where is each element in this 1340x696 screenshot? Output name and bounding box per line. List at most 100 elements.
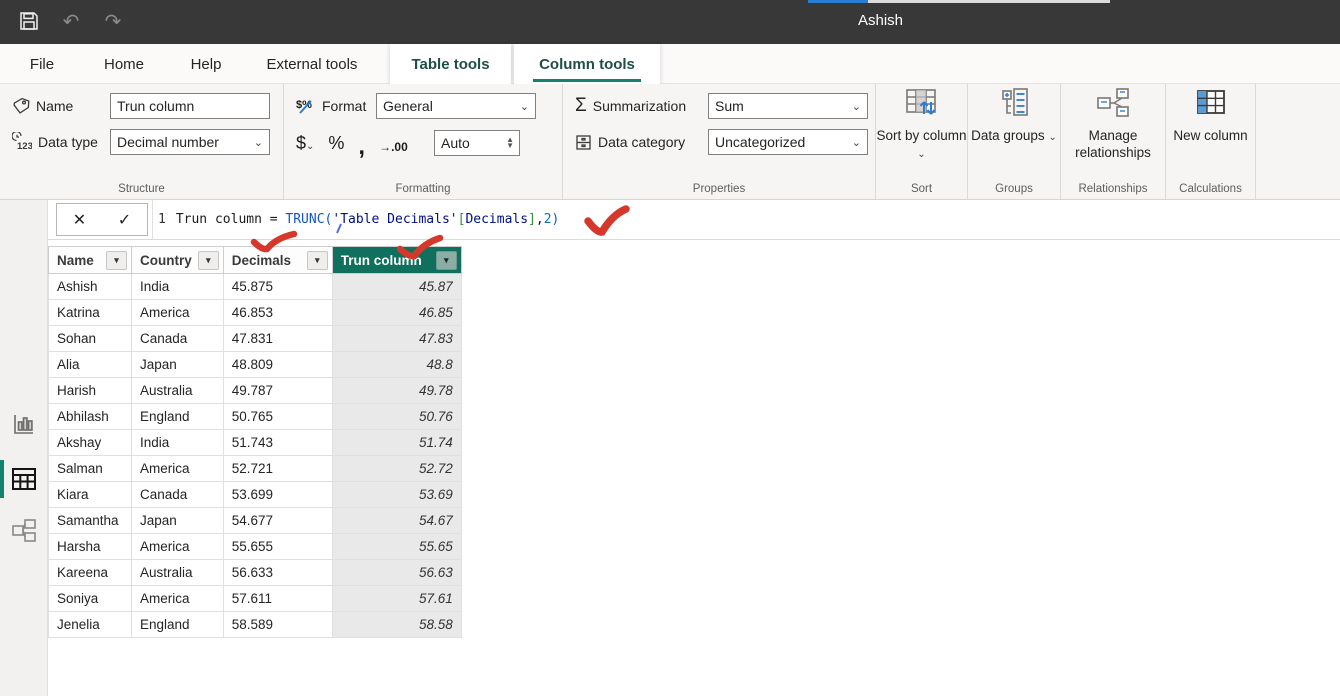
percent-format-button[interactable]: %: [328, 133, 344, 154]
table-cell[interactable]: 50.76: [332, 404, 461, 430]
table-cell[interactable]: 48.809: [223, 352, 332, 378]
table-cell[interactable]: Salman: [49, 456, 132, 482]
table-row: KatrinaAmerica46.85346.85: [49, 300, 462, 326]
table-cell[interactable]: 54.67: [332, 508, 461, 534]
column-filter-dropdown-icon[interactable]: ▾: [198, 251, 219, 270]
table-cell[interactable]: 48.8: [332, 352, 461, 378]
table-cell[interactable]: 47.831: [223, 326, 332, 352]
table-cell[interactable]: Soniya: [49, 586, 132, 612]
tab-home[interactable]: Home: [92, 44, 156, 84]
table-cell[interactable]: 56.633: [223, 560, 332, 586]
table-cell[interactable]: England: [132, 612, 224, 638]
currency-format-button[interactable]: $⌄: [296, 133, 314, 154]
model-view-button[interactable]: [11, 518, 37, 544]
table-cell[interactable]: Canada: [132, 326, 224, 352]
column-filter-dropdown-icon[interactable]: ▾: [307, 251, 328, 270]
formula-input[interactable]: 1 Trun column = TRUNC('Table Decimals'[D…: [158, 200, 559, 239]
tab-help[interactable]: Help: [178, 44, 234, 84]
column-filter-dropdown-icon[interactable]: ▾: [436, 251, 457, 270]
table-cell[interactable]: India: [132, 430, 224, 456]
table-cell[interactable]: Japan: [132, 508, 224, 534]
table-cell[interactable]: Abhilash: [49, 404, 132, 430]
table-cell[interactable]: Harish: [49, 378, 132, 404]
spinner-arrows-icon[interactable]: ▲▼: [506, 137, 514, 149]
table-cell[interactable]: 49.78: [332, 378, 461, 404]
table-cell[interactable]: 56.63: [332, 560, 461, 586]
table-cell[interactable]: Alia: [49, 352, 132, 378]
summarization-dropdown[interactable]: Sum⌄: [708, 93, 868, 119]
report-view-button[interactable]: [11, 411, 37, 437]
column-header-label: Country: [140, 253, 192, 268]
table-cell[interactable]: 55.655: [223, 534, 332, 560]
manage-relationships-button[interactable]: Manage relationships Relationships: [1061, 84, 1166, 199]
table-cell[interactable]: America: [132, 456, 224, 482]
table-cell[interactable]: Sohan: [49, 326, 132, 352]
new-column-button[interactable]: New column Calculations: [1166, 84, 1256, 199]
column-filter-dropdown-icon[interactable]: ▾: [106, 251, 127, 270]
undo-icon[interactable]: ↶: [58, 8, 84, 34]
column-header-country[interactable]: Country ▾: [132, 247, 224, 274]
table-cell[interactable]: 51.743: [223, 430, 332, 456]
data-view-button[interactable]: [11, 466, 37, 492]
decimal-places-spinner[interactable]: Auto ▲▼: [434, 130, 520, 156]
column-header-trun-column[interactable]: Trun column▾: [332, 247, 461, 274]
table-cell[interactable]: America: [132, 534, 224, 560]
commit-formula-button[interactable]: ✓: [102, 204, 147, 235]
table-cell[interactable]: Harsha: [49, 534, 132, 560]
data-type-dropdown[interactable]: Decimal number⌄: [110, 129, 270, 155]
table-cell[interactable]: 54.677: [223, 508, 332, 534]
redo-icon[interactable]: ↷: [100, 8, 126, 34]
data-category-dropdown[interactable]: Uncategorized⌄: [708, 129, 868, 155]
decimal-places-button[interactable]: →.00: [379, 140, 408, 154]
tab-table-tools[interactable]: Table tools: [390, 44, 511, 84]
table-cell[interactable]: 52.721: [223, 456, 332, 482]
table-cell[interactable]: 52.72: [332, 456, 461, 482]
table-cell[interactable]: 58.589: [223, 612, 332, 638]
tab-file[interactable]: File: [18, 44, 66, 84]
formula-bar[interactable]: ✕ ✓ 1 Trun column = TRUNC('Table Decimal…: [48, 200, 1340, 240]
save-icon[interactable]: [16, 8, 42, 34]
table-cell[interactable]: 46.85: [332, 300, 461, 326]
table-cell[interactable]: 45.875: [223, 274, 332, 300]
table-cell[interactable]: 58.58: [332, 612, 461, 638]
table-cell[interactable]: Japan: [132, 352, 224, 378]
table-cell[interactable]: India: [132, 274, 224, 300]
table-cell[interactable]: 53.69: [332, 482, 461, 508]
sort-by-column-label: Sort by column ⌄: [876, 127, 967, 163]
table-cell[interactable]: 57.611: [223, 586, 332, 612]
table-cell[interactable]: Australia: [132, 378, 224, 404]
table-cell[interactable]: 45.87: [332, 274, 461, 300]
column-header-name[interactable]: Name▾: [49, 247, 132, 274]
table-cell[interactable]: 55.65: [332, 534, 461, 560]
cancel-formula-button[interactable]: ✕: [57, 204, 102, 235]
table-cell[interactable]: 46.853: [223, 300, 332, 326]
table-cell[interactable]: 51.74: [332, 430, 461, 456]
table-cell[interactable]: Jenelia: [49, 612, 132, 638]
table-cell[interactable]: 49.787: [223, 378, 332, 404]
table-cell[interactable]: Kiara: [49, 482, 132, 508]
properties-group-caption: Properties: [563, 183, 875, 195]
table-cell[interactable]: 53.699: [223, 482, 332, 508]
table-cell[interactable]: Katrina: [49, 300, 132, 326]
table-cell[interactable]: Australia: [132, 560, 224, 586]
table-cell[interactable]: Akshay: [49, 430, 132, 456]
tab-external-tools[interactable]: External tools: [250, 44, 374, 84]
table-cell[interactable]: 47.83: [332, 326, 461, 352]
table-cell[interactable]: Canada: [132, 482, 224, 508]
table-cell[interactable]: Ashish: [49, 274, 132, 300]
table-cell[interactable]: Samantha: [49, 508, 132, 534]
column-header-decimals[interactable]: Decimals▾: [223, 247, 332, 274]
thousands-separator-button[interactable]: ,: [358, 140, 365, 154]
format-dropdown[interactable]: General⌄: [376, 93, 536, 119]
table-cell[interactable]: America: [132, 300, 224, 326]
table-cell[interactable]: America: [132, 586, 224, 612]
data-groups-button[interactable]: Data groups ⌄ Groups: [968, 84, 1061, 199]
table-cell[interactable]: 50.765: [223, 404, 332, 430]
table-cell[interactable]: 57.61: [332, 586, 461, 612]
sort-by-column-button[interactable]: Sort by column ⌄ Sort: [876, 84, 968, 199]
ribbon-group-properties: Σ Summarization Sum⌄ Data category Uncat…: [563, 84, 876, 199]
table-cell[interactable]: England: [132, 404, 224, 430]
name-input[interactable]: Trun column: [110, 93, 270, 119]
table-cell[interactable]: Kareena: [49, 560, 132, 586]
tab-column-tools[interactable]: Column tools: [514, 44, 660, 84]
